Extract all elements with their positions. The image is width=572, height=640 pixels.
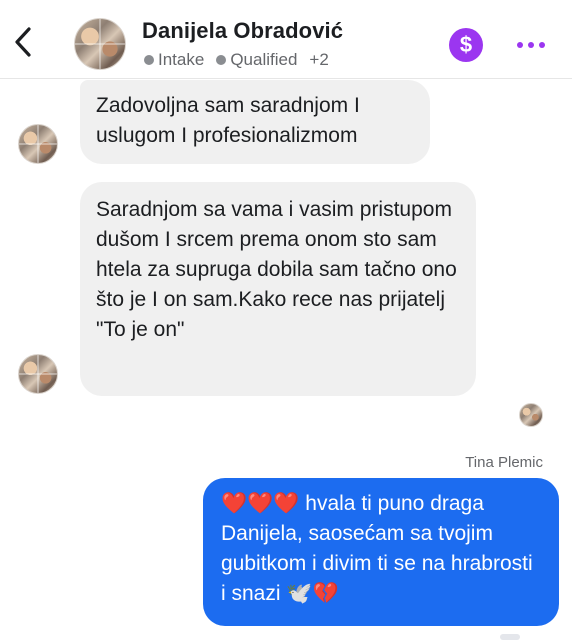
sender-avatar	[18, 354, 58, 394]
contact-avatar[interactable]	[74, 18, 126, 70]
conversation-header: Danijela Obradović Intake Qualified +2 $	[0, 0, 572, 79]
tag-dot-icon	[216, 55, 227, 65]
incoming-message[interactable]: Saradnjom sa vama i vasim pristupom dušo…	[80, 182, 476, 396]
contact-name[interactable]: Danijela Obradović	[142, 18, 343, 44]
incoming-message[interactable]: Zadovoljna sam saradnjom I uslugom I pro…	[80, 80, 430, 164]
composer-edge	[500, 634, 520, 640]
payment-dollar-icon[interactable]: $	[449, 28, 483, 62]
back-arrow-icon[interactable]	[8, 22, 38, 62]
contact-tags[interactable]: Intake Qualified +2	[144, 50, 329, 70]
tag-dot-icon	[144, 55, 154, 65]
more-options-icon[interactable]	[514, 34, 548, 56]
tag-intake[interactable]: Intake	[144, 50, 204, 70]
outgoing-sender-name: Tina Plemic	[465, 454, 543, 471]
more-tags-count[interactable]: +2	[309, 50, 328, 70]
seen-receipt-avatar	[519, 403, 543, 427]
sender-avatar	[18, 124, 58, 164]
tag-qualified[interactable]: Qualified	[216, 50, 297, 70]
outgoing-message[interactable]: ❤️❤️❤️ hvala ti puno draga Danijela, sao…	[203, 478, 559, 626]
